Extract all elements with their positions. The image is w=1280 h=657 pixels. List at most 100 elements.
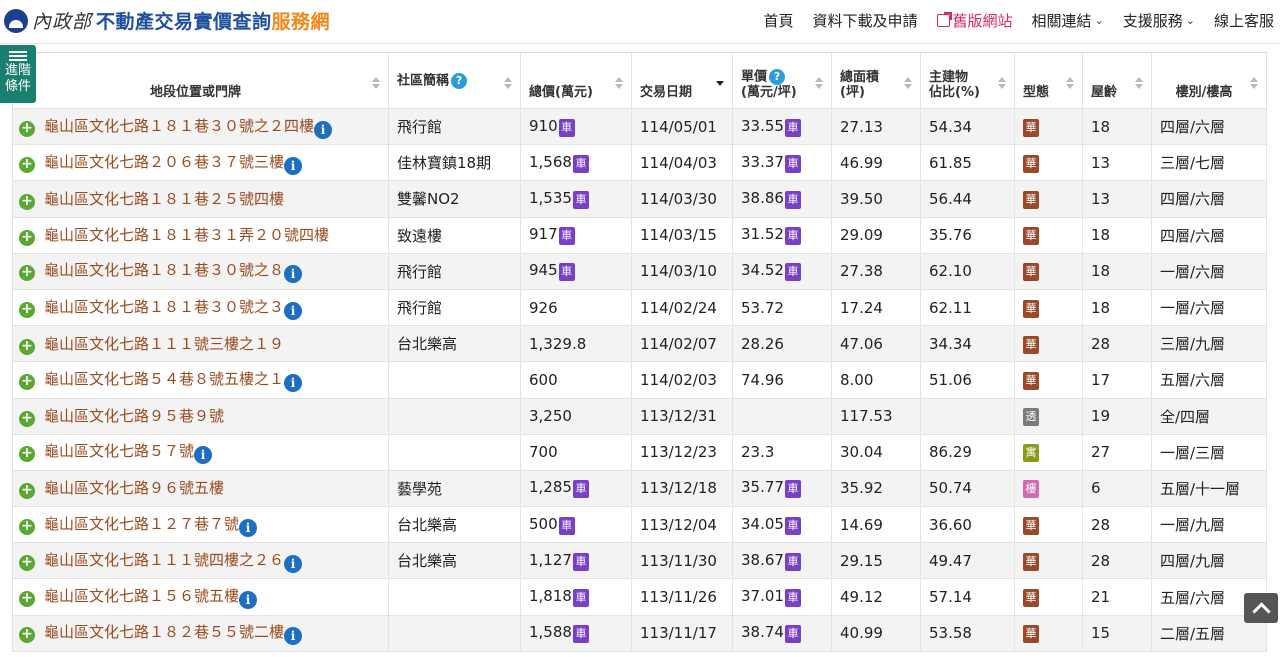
col-header-total-price[interactable]: 總價(萬元) xyxy=(520,52,632,109)
info-icon[interactable]: i xyxy=(284,373,303,392)
info-icon[interactable]: i xyxy=(239,591,258,610)
address-cell[interactable]: + 龜山區文化七路１５６號五樓 i xyxy=(12,578,389,616)
expand-icon[interactable]: + xyxy=(19,230,35,247)
nav-item-4[interactable]: 支援服務 ⌄ xyxy=(1123,10,1195,31)
address-text[interactable]: 龜山區文化七路１５６號五樓 xyxy=(44,587,239,605)
address-cell[interactable]: + 龜山區文化七路５４巷８號五樓之１ i xyxy=(12,361,389,399)
address-cell[interactable]: + 龜山區文化七路１８１巷３０號之２四樓 i xyxy=(12,107,389,146)
info-icon[interactable]: i xyxy=(284,156,303,175)
address-cell[interactable]: + 龜山區文化七路１８１巷３０號之８ i xyxy=(12,252,389,290)
address-text[interactable]: 龜山區文化七路１８１巷３０號之８ xyxy=(44,261,284,279)
address-cell[interactable]: + 龜山區文化七路５７號 i xyxy=(12,433,389,471)
info-icon[interactable]: i xyxy=(284,554,303,573)
main-ratio-cell: 62.10 xyxy=(920,252,1015,290)
address-text[interactable]: 龜山區文化七路１２７巷７號 xyxy=(44,515,239,533)
unit-price-cell-value: 37.01 xyxy=(741,587,784,606)
col-header-age[interactable]: 屋齡 xyxy=(1082,52,1152,109)
expand-icon[interactable]: + xyxy=(19,373,35,390)
table-row[interactable]: + 龜山區文化七路１２７巷７號 i 台北樂高 500 車 113/12/04 34.05 車 14… xyxy=(12,506,1267,544)
table-row[interactable]: + 龜山區文化七路５７號 i 700 113/12/23 23.3 30.04 86.29 寓 2… xyxy=(12,433,1267,471)
main-ratio-cell: 62.11 xyxy=(920,288,1015,327)
expand-icon[interactable]: + xyxy=(19,156,35,173)
address-cell[interactable]: + 龜山區文化七路１８１巷２５號四樓 xyxy=(12,180,389,218)
table-row[interactable]: + 龜山區文化七路１８１巷３１弄２０號四樓 致遠樓 917 車 114/03/15 31.5… xyxy=(12,216,1267,254)
address-text[interactable]: 龜山區文化七路１８１巷３０號之２四樓 xyxy=(44,117,314,135)
help-icon[interactable]: ? xyxy=(769,69,786,85)
address-text[interactable]: 龜山區文化七路１８２巷５５號二樓 xyxy=(44,623,284,641)
table-row[interactable]: + 龜山區文化七路１８１巷３０號之２四樓 i 飛行館 910 車 114/05/01 33.5… xyxy=(12,107,1267,146)
address-cell[interactable]: + 龜山區文化七路１１１號四樓之２６ i xyxy=(12,542,389,580)
col-header-area[interactable]: 總面積 (坪) xyxy=(831,52,921,109)
site-logo[interactable]: 內政部 不動產交易實價查詢服務網 xyxy=(4,7,330,34)
expand-icon[interactable]: + xyxy=(19,301,35,318)
expand-icon[interactable]: + xyxy=(19,591,35,608)
col-header-date[interactable]: 交易日期 xyxy=(631,52,733,109)
expand-icon[interactable]: + xyxy=(19,446,35,463)
advanced-filter-button[interactable]: 進階 條件 xyxy=(0,45,36,103)
col-header-type[interactable]: 型態 xyxy=(1014,52,1083,109)
info-icon[interactable]: i xyxy=(194,446,213,465)
info-icon[interactable]: i xyxy=(284,301,303,320)
col-header-address[interactable]: 地段位置或門牌 xyxy=(12,52,389,109)
address-text[interactable]: 龜山區文化七路５４巷８號五樓之１ xyxy=(44,370,284,388)
col-header-floor[interactable]: 樓別/樓高 xyxy=(1151,52,1267,109)
nav-item-0[interactable]: 首頁 xyxy=(763,10,793,31)
col-header-community[interactable]: 社區簡稱? xyxy=(388,52,521,109)
table-row[interactable]: + 龜山區文化七路５４巷８號五樓之１ i 600 114/02/03 74.96 8.00 5… xyxy=(12,361,1267,399)
address-text[interactable]: 龜山區文化七路１８１巷３０號之３ xyxy=(44,298,284,316)
info-icon[interactable]: i xyxy=(239,518,258,537)
address-text[interactable]: 龜山區文化七路２０６巷３７號三樓 xyxy=(44,153,284,171)
unit-price-cell-value: 53.72 xyxy=(741,298,784,317)
address-cell[interactable]: + 龜山區文化七路９６號五樓 xyxy=(12,469,389,508)
address-text[interactable]: 龜山區文化七路１１１號三樓之１９ xyxy=(44,335,284,353)
address-cell[interactable]: + 龜山區文化七路１１１號三樓之１９ xyxy=(12,325,389,363)
address-text[interactable]: 龜山區文化七路９６號五樓 xyxy=(44,479,224,497)
expand-icon[interactable]: + xyxy=(19,483,35,500)
address-text[interactable]: 龜山區文化七路１８１巷３１弄２０號四樓 xyxy=(44,226,329,244)
scroll-to-top-button[interactable] xyxy=(1244,593,1278,623)
address-text[interactable]: 龜山區文化七路９５巷９號 xyxy=(44,407,224,425)
address-text[interactable]: 龜山區文化七路５７號 xyxy=(44,442,194,460)
info-icon[interactable]: i xyxy=(314,120,333,139)
area-cell: 8.00 xyxy=(831,361,921,399)
address-text[interactable]: 龜山區文化七路１１１號四樓之２６ xyxy=(44,551,284,569)
nav-item-1[interactable]: 資料下載及申請 xyxy=(812,10,917,31)
info-icon[interactable]: i xyxy=(284,627,303,646)
help-icon[interactable]: ? xyxy=(451,72,468,89)
nav-item-3[interactable]: 相關連結 ⌄ xyxy=(1032,10,1104,31)
address-cell[interactable]: + 龜山區文化七路１２７巷７號 i xyxy=(12,506,389,544)
info-icon[interactable]: i xyxy=(284,265,303,284)
address-cell[interactable]: + 龜山區文化七路２０６巷３７號三樓 i xyxy=(12,144,389,182)
expand-icon[interactable]: + xyxy=(19,627,35,644)
table-row[interactable]: + 龜山區文化七路２０６巷３７號三樓 i 佳林寶鎮18期 1,568 車 114/04/03… xyxy=(12,144,1267,182)
table-row[interactable]: + 龜山區文化七路９５巷９號 3,250 113/12/31 117.53 透 19 全/四層 xyxy=(12,397,1267,435)
table-row[interactable]: + 龜山區文化七路１８１巷２５號四樓 雙馨NO2 1,535 車 114/03/30 38.… xyxy=(12,180,1267,218)
nav-item-2[interactable]: 舊版網站 xyxy=(936,10,1013,31)
area-cell-value: 14.69 xyxy=(840,515,883,534)
expand-icon[interactable]: + xyxy=(19,338,35,355)
table-row[interactable]: + 龜山區文化七路１５６號五樓 i 1,818 車 113/11/26 37.01 車 49.1… xyxy=(12,578,1267,616)
expand-icon[interactable]: + xyxy=(19,120,35,137)
table-row[interactable]: + 龜山區文化七路１８１巷３０號之８ i 飛行館 945 車 114/03/10 34.52 車… xyxy=(12,252,1267,290)
table-row[interactable]: + 龜山區文化七路１１１號四樓之２６ i 台北樂高 1,127 車 113/11/30 38.… xyxy=(12,542,1267,580)
address-cell[interactable]: + 龜山區文化七路１８２巷５５號二樓 i xyxy=(12,614,389,652)
col-floor-label: 樓別/樓高 xyxy=(1175,85,1233,100)
expand-icon[interactable]: + xyxy=(19,265,35,282)
nav-item-5[interactable]: 線上客服 xyxy=(1214,10,1274,31)
address-cell[interactable]: + 龜山區文化七路１８１巷３１弄２０號四樓 xyxy=(12,216,389,254)
ministry-emblem-icon xyxy=(4,8,28,33)
address-text[interactable]: 龜山區文化七路１８１巷２５號四樓 xyxy=(44,190,284,208)
table-row[interactable]: + 龜山區文化七路１１１號三樓之１９ 台北樂高 1,329.8 114/02/07 28.… xyxy=(12,325,1267,363)
sort-icon xyxy=(1250,77,1258,89)
col-header-unit-price[interactable]: 單價? (萬元/坪) xyxy=(732,52,832,109)
expand-icon[interactable]: + xyxy=(19,193,35,210)
address-cell[interactable]: + 龜山區文化七路９５巷９號 xyxy=(12,397,389,435)
address-cell[interactable]: + 龜山區文化七路１８１巷３０號之３ i xyxy=(12,288,389,327)
table-row[interactable]: + 龜山區文化七路１８２巷５５號二樓 i 1,588 車 113/11/17 38.74 車 4… xyxy=(12,614,1267,652)
table-row[interactable]: + 龜山區文化七路１８１巷３０號之３ i 飛行館 926 114/02/24 53.72 17… xyxy=(12,288,1267,327)
col-header-main-ratio[interactable]: 主建物 佔比(%) xyxy=(920,52,1015,109)
expand-icon[interactable]: + xyxy=(19,518,35,535)
expand-icon[interactable]: + xyxy=(19,554,35,571)
table-row[interactable]: + 龜山區文化七路９６號五樓 藝學苑 1,285 車 113/12/18 35.77 車 35.… xyxy=(12,469,1267,508)
expand-icon[interactable]: + xyxy=(19,411,35,428)
